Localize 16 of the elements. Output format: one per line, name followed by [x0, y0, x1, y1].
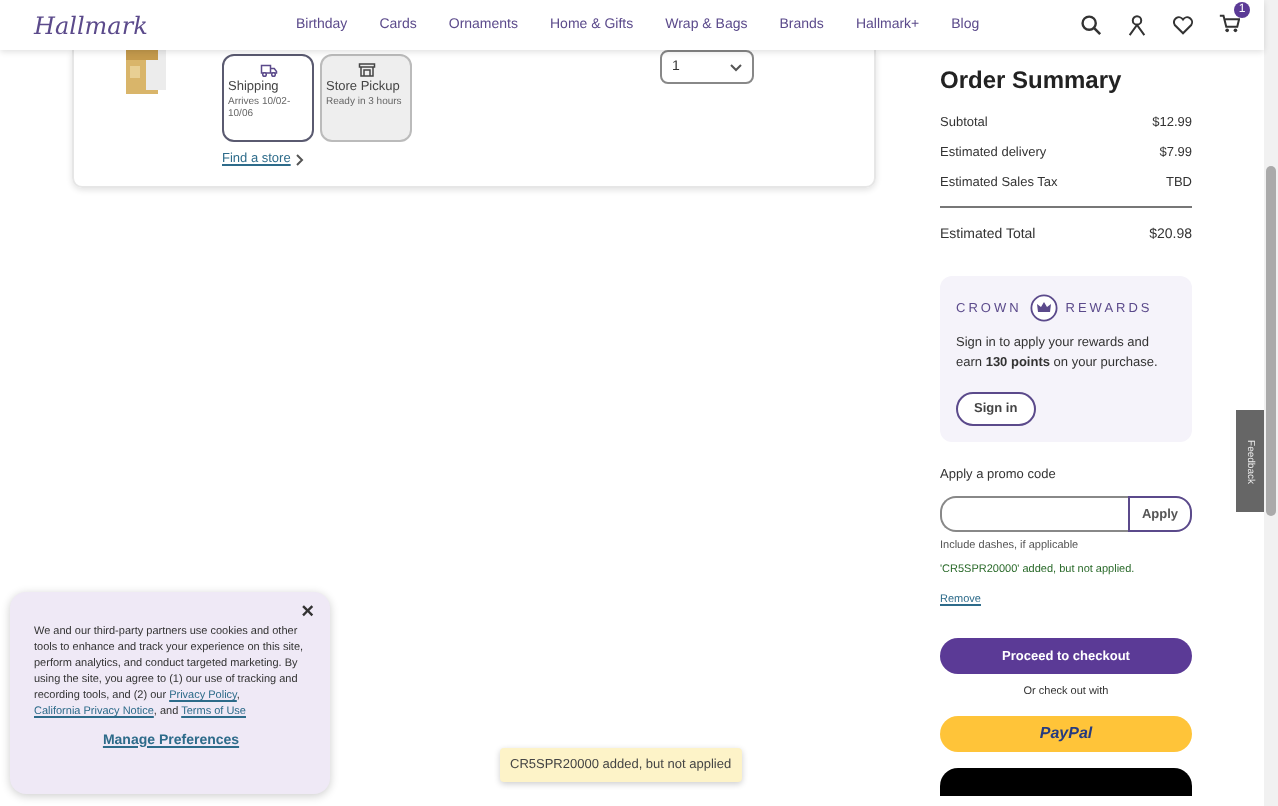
person-icon[interactable] [1126, 14, 1148, 36]
scrollbar-thumb[interactable] [1266, 166, 1276, 516]
paypal-button[interactable]: PayPal [940, 715, 1192, 751]
store-icon [357, 62, 375, 78]
hallmark-logo[interactable]: Hallmark [34, 11, 296, 39]
chevron-icon [296, 153, 305, 165]
order-summary-title: Order Summary [940, 66, 1124, 94]
promo-code-field[interactable] [940, 496, 1128, 532]
heart-icon[interactable] [1172, 14, 1194, 36]
crown-icon [1029, 294, 1058, 322]
close-button[interactable]: × [301, 600, 314, 624]
gpay-button[interactable] [940, 767, 1192, 795]
truck-icon [259, 62, 277, 78]
cart-icon[interactable] [1218, 11, 1240, 33]
search-icon[interactable] [1080, 14, 1102, 36]
chevron-icon [730, 63, 742, 71]
